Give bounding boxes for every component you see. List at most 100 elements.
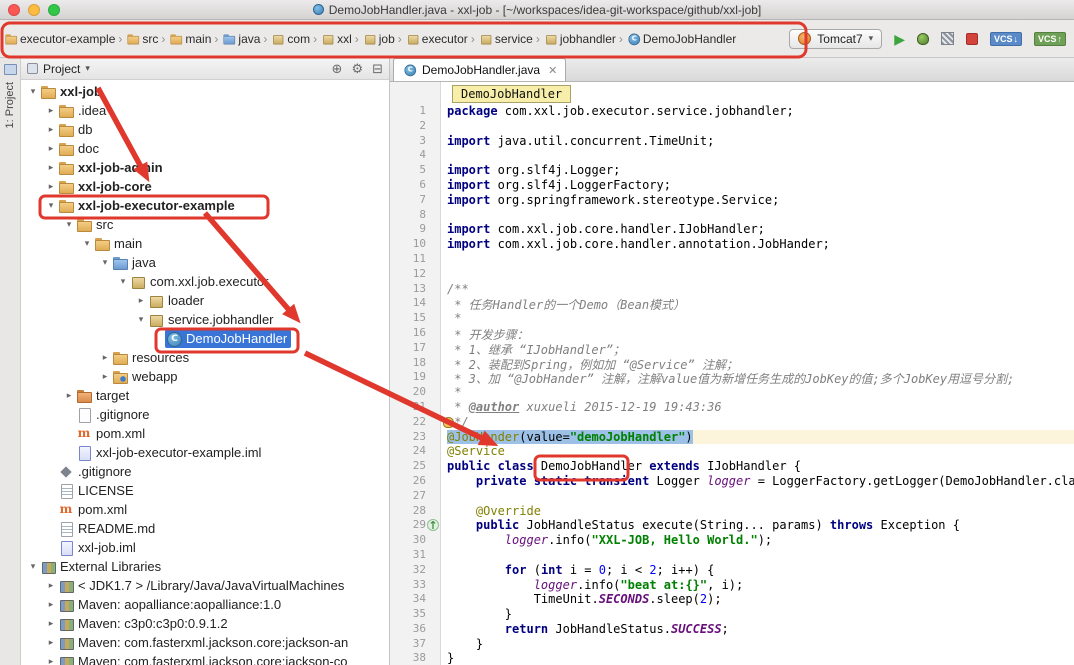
close-window-button[interactable] xyxy=(8,4,20,16)
tree-item-doc[interactable]: ▸doc xyxy=(21,139,389,158)
chevron-right-icon[interactable]: ▸ xyxy=(45,181,57,192)
tree-item-maven-c3p0-c3p0-0-9-1-2[interactable]: ▸Maven: c3p0:c3p0:0.9.1.2 xyxy=(21,614,389,633)
chevron-right-icon[interactable]: ▸ xyxy=(99,371,111,382)
coverage-icon[interactable] xyxy=(941,32,954,45)
code-line-1[interactable]: package com.xxl.job.executor.service.job… xyxy=(447,104,1074,119)
project-view-selector[interactable]: Project ▾ xyxy=(27,62,90,76)
chevron-down-icon[interactable]: ▾ xyxy=(135,314,147,325)
tree-item-readme-md[interactable]: README.md xyxy=(21,519,389,538)
code-line-22[interactable]: */ xyxy=(447,415,1074,430)
breadcrumb-item-jobhandler[interactable]: jobhandler xyxy=(542,29,617,49)
breadcrumb-item-demojobhandler[interactable]: DemoJobHandler xyxy=(625,29,737,49)
scroll-from-source-icon[interactable]: ⊕ xyxy=(332,61,343,77)
chevron-right-icon[interactable]: ▸ xyxy=(45,599,57,610)
code-line-31[interactable] xyxy=(447,548,1074,563)
code-line-26[interactable]: private static transient Logger logger =… xyxy=(447,474,1074,489)
tree-item-xxl-job-admin[interactable]: ▸xxl-job-admin xyxy=(21,158,389,177)
breadcrumb-item-java[interactable]: java xyxy=(220,29,261,49)
hide-panel-icon[interactable]: ⊟ xyxy=(372,61,383,77)
chevron-down-icon[interactable]: ▾ xyxy=(63,219,75,230)
tree-item-maven-aopalliance-aopalliance-1-0[interactable]: ▸Maven: aopalliance:aopalliance:1.0 xyxy=(21,595,389,614)
breadcrumb-item-main[interactable]: main xyxy=(167,29,212,49)
chevron-down-icon[interactable]: ▾ xyxy=(27,561,39,572)
code-line-2[interactable] xyxy=(447,119,1074,134)
code-line-9[interactable]: import com.xxl.job.core.handler.IJobHand… xyxy=(447,222,1074,237)
code-line-11[interactable] xyxy=(447,252,1074,267)
structure-breadcrumb-chip[interactable]: DemoJobHandler xyxy=(452,85,571,103)
code-line-5[interactable]: import org.slf4j.Logger; xyxy=(447,163,1074,178)
tree-item-idea[interactable]: ▸.idea xyxy=(21,101,389,120)
tool-strip-project-tab[interactable]: 1: Project xyxy=(4,82,16,128)
code-line-10[interactable]: import com.xxl.job.core.handler.annotati… xyxy=(447,237,1074,252)
code-area[interactable]: package com.xxl.job.executor.service.job… xyxy=(441,82,1074,665)
chevron-right-icon[interactable]: ▸ xyxy=(45,637,57,648)
chevron-right-icon[interactable]: ▸ xyxy=(45,124,57,135)
chevron-right-icon[interactable]: ▸ xyxy=(45,656,57,665)
code-line-37[interactable]: } xyxy=(447,637,1074,652)
chevron-right-icon[interactable]: ▸ xyxy=(135,295,147,306)
code-line-27[interactable] xyxy=(447,489,1074,504)
tree-item-target[interactable]: ▸target xyxy=(21,386,389,405)
code-line-13[interactable]: /** xyxy=(447,282,1074,297)
run-button[interactable]: ▶ xyxy=(894,32,905,46)
breadcrumb-item-com[interactable]: com xyxy=(269,29,311,49)
tree-item-xxl-job-core[interactable]: ▸xxl-job-core xyxy=(21,177,389,196)
settings-gear-icon[interactable]: ⚙ xyxy=(351,61,363,77)
breadcrumb-item-job[interactable]: job xyxy=(361,29,396,49)
code-line-8[interactable] xyxy=(447,208,1074,223)
tree-item-external-libraries[interactable]: ▾External Libraries xyxy=(21,557,389,576)
breadcrumb-item-xxl[interactable]: xxl xyxy=(319,29,353,49)
tree-item-demojobhandler[interactable]: DemoJobHandler xyxy=(21,329,389,348)
code-line-19[interactable]: * 3、加 “@JobHander” 注解，注解value值为新增任务生成的Jo… xyxy=(447,370,1074,385)
close-tab-icon[interactable]: ✕ xyxy=(548,64,557,77)
debug-bug-icon[interactable] xyxy=(917,33,929,45)
chevron-down-icon[interactable]: ▾ xyxy=(99,257,111,268)
tree-item-gitignore[interactable]: .gitignore xyxy=(21,462,389,481)
override-icon[interactable]: ↑ xyxy=(427,519,439,531)
chevron-down-icon[interactable]: ▾ xyxy=(45,200,57,211)
tree-item-db[interactable]: ▸db xyxy=(21,120,389,139)
tree-item-jdk1-7-library-java-javavirtualmachines[interactable]: ▸< JDK1.7 > /Library/Java/JavaVirtualMac… xyxy=(21,576,389,595)
maximize-window-button[interactable] xyxy=(48,4,60,16)
code-line-28[interactable]: @Override xyxy=(447,504,1074,519)
tree-item-xxl-job[interactable]: ▾xxl-job xyxy=(21,82,389,101)
tree-item-webapp[interactable]: ▸webapp xyxy=(21,367,389,386)
minimize-window-button[interactable] xyxy=(28,4,40,16)
code-line-32[interactable]: for (int i = 0; i < 2; i++) { xyxy=(447,563,1074,578)
breadcrumb-item-src[interactable]: src xyxy=(124,29,159,49)
tree-item-maven-com-fasterxml-jackson-core-jackson-co[interactable]: ▸Maven: com.fasterxml.jackson.core:jacks… xyxy=(21,652,389,665)
code-line-20[interactable]: * xyxy=(447,385,1074,400)
code-line-6[interactable]: import org.slf4j.LoggerFactory; xyxy=(447,178,1074,193)
code-line-18[interactable]: * 2、装配到Spring，例如加 “@Service” 注解； xyxy=(447,356,1074,371)
code-line-25[interactable]: public class DemoJobHandler extends IJob… xyxy=(447,459,1074,474)
stop-button[interactable] xyxy=(966,33,978,45)
tree-item-maven-com-fasterxml-jackson-core-jackson-an[interactable]: ▸Maven: com.fasterxml.jackson.core:jacks… xyxy=(21,633,389,652)
tree-item-main[interactable]: ▾main xyxy=(21,234,389,253)
code-line-34[interactable]: TimeUnit.SECONDS.sleep(2); xyxy=(447,592,1074,607)
tree-item-xxl-job-iml[interactable]: xxl-job.iml xyxy=(21,538,389,557)
code-line-29[interactable]: public JobHandleStatus execute(String...… xyxy=(447,518,1074,533)
chevron-right-icon[interactable]: ▸ xyxy=(45,143,57,154)
tree-item-pom-xml[interactable]: pom.xml xyxy=(21,424,389,443)
tree-item-xxl-job-executor-example[interactable]: ▾xxl-job-executor-example xyxy=(21,196,389,215)
code-line-3[interactable]: import java.util.concurrent.TimeUnit; xyxy=(447,134,1074,149)
tree-item-xxl-job-executor-example-iml[interactable]: xxl-job-executor-example.iml xyxy=(21,443,389,462)
code-line-30[interactable]: logger.info("XXL-JOB, Hello World."); xyxy=(447,533,1074,548)
code-line-4[interactable] xyxy=(447,148,1074,163)
vcs-commit-button[interactable]: VCS ↑ xyxy=(1034,32,1066,46)
code-line-7[interactable]: import org.springframework.stereotype.Se… xyxy=(447,193,1074,208)
breadcrumb-item-service[interactable]: service xyxy=(477,29,534,49)
code-line-35[interactable]: } xyxy=(447,607,1074,622)
tree-item-src[interactable]: ▾src xyxy=(21,215,389,234)
code-line-21[interactable]: * @author xuxueli 2015-12-19 19:43:36 xyxy=(447,400,1074,415)
editor-tab[interactable]: DemoJobHandler.java ✕ xyxy=(393,58,566,81)
tree-item-com-xxl-job-executor[interactable]: ▾com.xxl.job.executor xyxy=(21,272,389,291)
tree-item-java[interactable]: ▾java xyxy=(21,253,389,272)
code-line-36[interactable]: return JobHandleStatus.SUCCESS; xyxy=(447,622,1074,637)
breadcrumb-item-executor[interactable]: executor xyxy=(404,29,469,49)
code-line-16[interactable]: * 开发步骤： xyxy=(447,326,1074,341)
tree-item-service-jobhandler[interactable]: ▾service.jobhandler xyxy=(21,310,389,329)
chevron-down-icon[interactable]: ▾ xyxy=(27,86,39,97)
code-line-14[interactable]: * 任务Handler的一个Demo（Bean模式） xyxy=(447,296,1074,311)
code-line-24[interactable]: @Service xyxy=(447,444,1074,459)
